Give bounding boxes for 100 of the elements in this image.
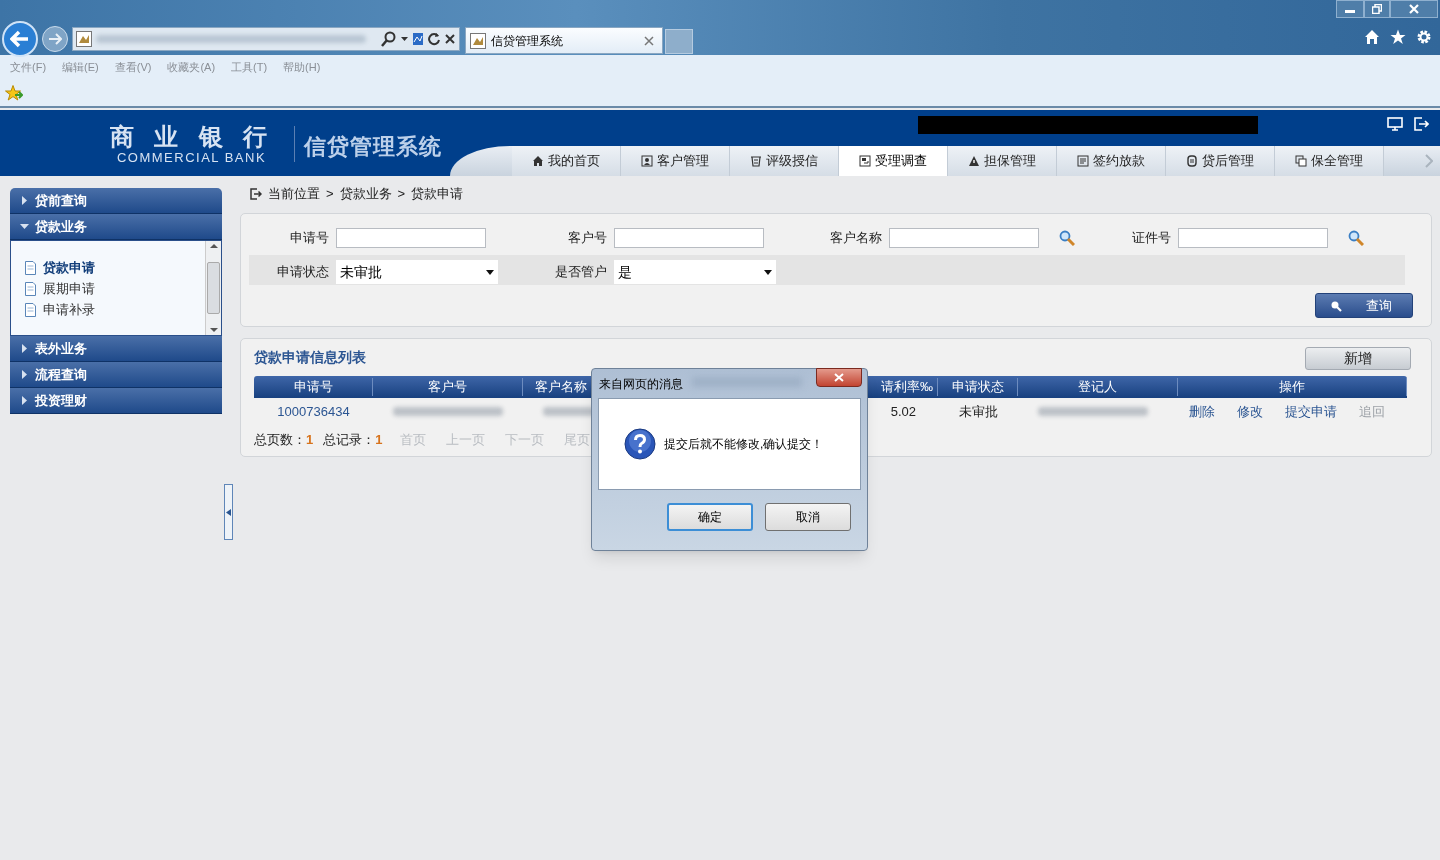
document-icon (25, 261, 36, 275)
copy-icon (1295, 155, 1307, 167)
image-frame-icon (859, 155, 871, 167)
collapse-handle[interactable] (224, 484, 233, 540)
restore-icon (1372, 4, 1382, 14)
lookup-button[interactable] (1347, 229, 1365, 247)
star-icon (1390, 29, 1406, 45)
stop-icon (444, 32, 456, 46)
logout-icon (1413, 117, 1429, 131)
tab-title: 信贷管理系统 (491, 32, 563, 50)
sidebar-section[interactable]: 贷款业务 (10, 214, 222, 240)
select-field[interactable]: 未审批 (336, 260, 498, 284)
dropdown-caret-icon (486, 269, 494, 275)
dialog-button[interactable]: 确定 (667, 503, 753, 531)
scroll-down-icon (209, 327, 218, 333)
favorites-star-icon (5, 85, 23, 101)
dropdown-caret-icon (401, 37, 408, 41)
list-title: 贷款申请信息列表 (254, 348, 366, 367)
chevron-right-icon (1425, 154, 1433, 168)
breadcrumb-item[interactable]: 贷款业务 (339, 184, 392, 204)
table-link[interactable]: 1000736434 (254, 402, 373, 422)
search-icon (1330, 299, 1342, 312)
dropdown-caret-icon (764, 269, 772, 275)
scrollbar[interactable] (205, 241, 221, 335)
query-button[interactable]: 查询 (1315, 293, 1413, 318)
field-label: 是否管户 (554, 263, 607, 282)
compatibility-view-icon (412, 32, 424, 46)
input-field[interactable] (889, 228, 1039, 248)
dialog-button[interactable]: 取消 (765, 503, 851, 531)
bank-name: 商 业 银 行 (110, 124, 274, 150)
sidebar-item[interactable]: 申请补录 (25, 301, 205, 319)
caret-right-icon (20, 196, 29, 205)
exit-arrow-icon (250, 188, 262, 200)
browser-tab[interactable]: 信贷管理系统 (465, 27, 663, 54)
action-link[interactable]: 删除 (1189, 402, 1215, 422)
restore-button[interactable] (1364, 0, 1390, 18)
action-link[interactable]: 提交申请 (1285, 402, 1337, 422)
sidebar-section[interactable]: 表外业务 (10, 336, 222, 362)
nav-tab[interactable]: 客户管理 (621, 146, 730, 176)
refresh-icon (428, 32, 440, 46)
forward-button[interactable] (42, 26, 68, 52)
field-label: 客户名称 (829, 229, 882, 248)
magnifier-icon (1059, 230, 1075, 246)
address-bar[interactable] (72, 27, 460, 51)
sidebar-section[interactable]: 流程查询 (10, 362, 222, 388)
breadcrumb-item[interactable]: 贷款申请 (411, 184, 464, 204)
nav-tab[interactable]: 评级授信 (730, 146, 839, 176)
column-header: 申请号 (254, 378, 373, 396)
minimize-button[interactable] (1336, 0, 1364, 18)
table-cell-text: 未审批 (957, 403, 999, 421)
close-icon (644, 35, 654, 46)
magnifier-icon (1348, 230, 1364, 246)
table-cell-text: 5.02 (889, 403, 917, 421)
field-label: 申请号 (289, 229, 329, 248)
document-icon (1077, 155, 1089, 167)
back-arrow-icon (10, 30, 30, 48)
column-header: 申请状态 (938, 378, 1018, 396)
monitor-icon (1387, 117, 1403, 131)
nav-tab[interactable]: 保全管理 (1275, 146, 1384, 176)
warning-icon (968, 155, 980, 167)
field-label: 申请状态 (276, 263, 329, 282)
scrollbar-thumb[interactable] (207, 262, 220, 314)
caret-down-icon (20, 222, 29, 231)
column-header: 操作 (1178, 378, 1407, 396)
document-icon (25, 303, 36, 317)
question-icon (624, 428, 656, 460)
document-icon (25, 282, 36, 296)
page-favicon-icon (470, 32, 486, 49)
back-button[interactable] (2, 21, 38, 57)
column-header: 客户号 (373, 378, 523, 396)
search-icon (381, 31, 397, 47)
select-field[interactable]: 是 (614, 260, 776, 284)
nav-tab[interactable]: 我的首页 (512, 146, 621, 176)
nav-tab[interactable]: 受理调查 (839, 146, 948, 176)
nav-tab[interactable]: 签约放款 (1057, 146, 1166, 176)
sidebar-item[interactable]: 贷款申请 (25, 259, 205, 277)
contact-card-icon (641, 155, 653, 167)
lookup-button[interactable] (1058, 229, 1076, 247)
field-label: 客户号 (567, 229, 607, 248)
nav-tab[interactable]: 担保管理 (948, 146, 1057, 176)
input-field[interactable] (1178, 228, 1328, 248)
caret-right-icon (20, 370, 29, 379)
nav-tab[interactable]: 贷后管理 (1166, 146, 1275, 176)
caret-right-icon (20, 344, 29, 353)
pages-label: 总页数： (254, 431, 306, 449)
add-button[interactable]: 新增 (1305, 347, 1411, 370)
breadcrumb-item: 当前位置 (268, 185, 320, 204)
sidebar-item[interactable]: 展期申请 (25, 280, 205, 298)
input-field[interactable] (614, 228, 764, 248)
sidebar-section[interactable]: 贷前查询 (10, 188, 222, 214)
forward-arrow-icon (48, 33, 62, 45)
caret-right-icon (20, 396, 29, 405)
action-link[interactable]: 修改 (1237, 402, 1263, 422)
system-title: 信贷管理系统 (304, 133, 442, 161)
field-label: 证件号 (1131, 229, 1171, 248)
input-field[interactable] (336, 228, 486, 248)
bin-icon (750, 155, 762, 167)
sidebar-section[interactable]: 投资理财 (10, 388, 222, 414)
close-button[interactable] (816, 368, 862, 387)
home-icon (1364, 29, 1380, 45)
